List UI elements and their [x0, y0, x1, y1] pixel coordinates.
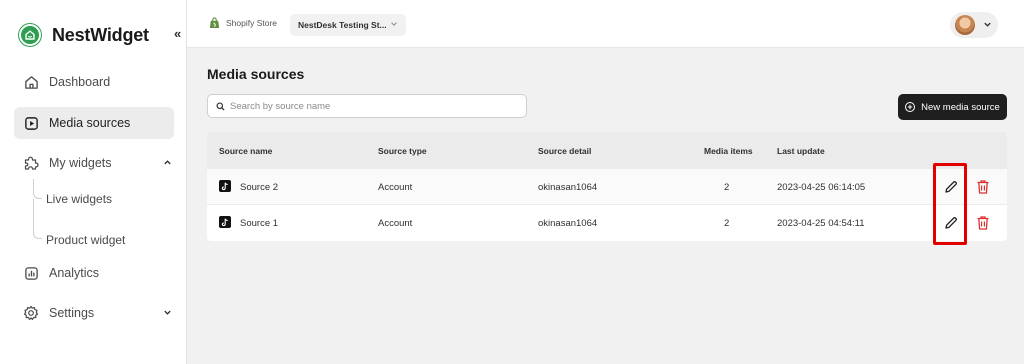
store-select-value: NestDesk Testing St... — [298, 20, 387, 30]
table-row[interactable]: Source 2 Account okinasan1064 2 2023-04-… — [207, 168, 1007, 204]
sidebar-subitem-product-widget[interactable]: Product widget — [46, 233, 125, 247]
delete-source-button[interactable] — [976, 215, 990, 231]
page-title: Media sources — [207, 66, 305, 82]
sidebar-item-label: My widgets — [49, 156, 112, 170]
store-select[interactable]: NestDesk Testing St... — [290, 14, 406, 36]
tiktok-icon — [219, 216, 231, 228]
sidebar: NestWidget « Dashboard Media sources My … — [0, 0, 187, 364]
gear-icon — [22, 304, 40, 322]
chevron-down-icon — [390, 20, 398, 30]
tree-line — [33, 199, 34, 232]
store-label-text: Shopify Store — [226, 18, 278, 28]
chevron-down-icon — [163, 306, 172, 320]
sidebar-item-label: Dashboard — [49, 75, 111, 89]
store-label: Shopify Store — [209, 17, 277, 29]
cell-source-name: Source 2 — [240, 182, 279, 193]
column-header-source-type: Source type — [378, 146, 427, 156]
cell-source-detail: okinasan1064 — [538, 218, 598, 229]
tree-line — [33, 179, 34, 191]
table-row[interactable]: Source 1 Account okinasan1064 2 2023-04-… — [207, 204, 1007, 240]
chevron-up-icon — [163, 156, 172, 170]
cell-source-name: Source 1 — [240, 218, 279, 229]
tree-connector — [33, 231, 42, 239]
puzzle-icon — [22, 154, 40, 172]
edit-source-button[interactable] — [943, 179, 959, 195]
home-icon — [22, 73, 40, 91]
column-header-media-items: Media items — [704, 146, 753, 156]
pencil-icon — [945, 217, 957, 229]
sidebar-item-my-widgets[interactable]: My widgets — [14, 147, 174, 179]
sidebar-item-label: Analytics — [49, 266, 100, 280]
sidebar-item-dashboard[interactable]: Dashboard — [14, 66, 174, 98]
cell-media-items: 2 — [724, 218, 730, 229]
search-icon — [216, 101, 225, 111]
nestwidget-logo-icon — [18, 23, 42, 47]
collapse-sidebar-button[interactable]: « — [174, 26, 181, 41]
column-header-source-detail: Source detail — [538, 146, 592, 156]
cell-source-detail: okinasan1064 — [538, 182, 598, 193]
new-media-source-label: New media source — [921, 101, 1000, 113]
user-menu[interactable] — [950, 12, 998, 38]
column-header-last-update: Last update — [777, 146, 825, 156]
sidebar-item-label: Settings — [49, 306, 95, 320]
chart-icon — [22, 264, 40, 282]
pencil-icon — [945, 181, 957, 193]
plus-circle-icon — [905, 102, 916, 112]
shopify-bag-icon — [209, 17, 220, 29]
brand: NestWidget — [18, 22, 149, 48]
search-input[interactable] — [230, 100, 510, 112]
avatar — [955, 15, 975, 35]
media-icon — [22, 114, 40, 132]
tiktok-icon — [219, 180, 231, 192]
cell-source-type: Account — [378, 182, 413, 193]
media-sources-table: Source name Source type Source detail Me… — [207, 132, 1007, 241]
delete-source-button[interactable] — [976, 179, 990, 195]
trash-icon — [977, 180, 989, 194]
sidebar-subitem-live-widgets[interactable]: Live widgets — [46, 192, 112, 206]
chevron-down-icon — [983, 16, 992, 34]
sidebar-item-media-sources[interactable]: Media sources — [14, 107, 174, 139]
trash-icon — [977, 216, 989, 230]
cell-media-items: 2 — [724, 182, 730, 193]
brand-name: NestWidget — [52, 24, 149, 45]
cell-last-update: 2023-04-25 06:14:05 — [777, 182, 866, 193]
sidebar-item-analytics[interactable]: Analytics — [14, 257, 174, 289]
sidebar-item-settings[interactable]: Settings — [14, 297, 174, 329]
table-header: Source name Source type Source detail Me… — [207, 132, 1007, 168]
search-box[interactable] — [207, 94, 527, 118]
cell-source-type: Account — [378, 218, 413, 229]
new-media-source-button[interactable]: New media source — [898, 94, 1007, 120]
tree-connector — [33, 191, 42, 199]
cell-last-update: 2023-04-25 04:54:11 — [777, 218, 865, 229]
column-header-source-name: Source name — [219, 146, 273, 156]
sidebar-item-label: Media sources — [49, 116, 131, 130]
topbar: Shopify Store NestDesk Testing St... — [187, 0, 1024, 48]
edit-source-button[interactable] — [943, 215, 959, 231]
